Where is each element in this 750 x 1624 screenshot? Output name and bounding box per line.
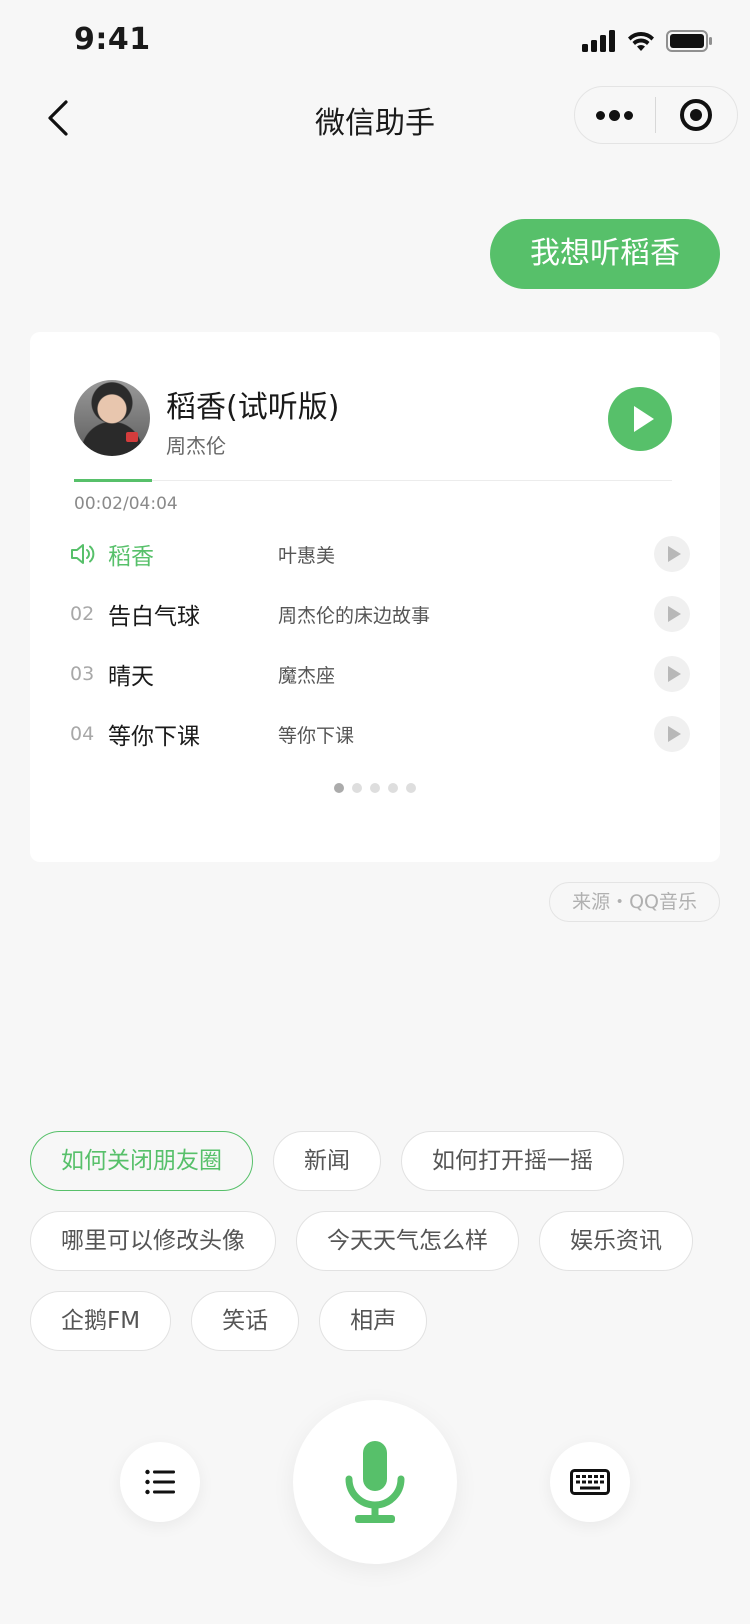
track-artist: 魔杰座 (278, 664, 336, 687)
suggestion-chip[interactable]: 相声 (319, 1291, 428, 1351)
progress-fill (74, 479, 152, 482)
suggestion-chip[interactable]: 今天天气怎么样 (296, 1211, 519, 1271)
page-dot[interactable] (406, 783, 416, 793)
track-artist: 叶惠美 (278, 544, 336, 567)
track-list: 稻香 叶惠美 02 告白气球 周杰伦的床边故事 03 晴天 魔杰座 04 等你下… (70, 524, 690, 764)
mini-program-capsule (574, 86, 738, 144)
song-title: 稻香(试听版) (166, 390, 340, 425)
track-play-button[interactable] (654, 536, 690, 572)
keyboard-button[interactable] (550, 1442, 630, 1522)
suggestion-chip[interactable]: 娱乐资讯 (539, 1211, 693, 1271)
suggestion-chip[interactable]: 企鹅FM (30, 1291, 172, 1351)
status-bar: 9:41 (0, 0, 750, 88)
track-play-button[interactable] (654, 596, 690, 632)
wifi-icon (628, 31, 654, 51)
battery-icon (666, 30, 712, 52)
keyboard-icon (570, 1469, 610, 1495)
progress-bar[interactable] (74, 479, 672, 482)
signal-icon (582, 30, 615, 52)
artist-avatar[interactable] (74, 380, 150, 456)
track-name: 稻香 (108, 544, 154, 570)
suggestion-chip[interactable]: 如何打开摇一摇 (401, 1131, 624, 1191)
play-button[interactable] (608, 387, 672, 451)
suggestion-chips: 如何关闭朋友圈 新闻 如何打开摇一摇 哪里可以修改头像 今天天气怎么样 娱乐资讯… (30, 1131, 730, 1351)
more-dots-icon[interactable] (575, 87, 655, 143)
page-dot[interactable] (370, 783, 380, 793)
suggestion-chip[interactable]: 如何关闭朋友圈 (30, 1131, 253, 1191)
track-row[interactable]: 02 告白气球 周杰伦的床边故事 (70, 584, 690, 644)
track-play-button[interactable] (654, 656, 690, 692)
track-name: 告白气球 (108, 604, 200, 630)
track-play-button[interactable] (654, 716, 690, 752)
suggestion-chip[interactable]: 笑话 (191, 1291, 300, 1351)
voice-input-button[interactable] (293, 1400, 457, 1564)
track-row[interactable]: 03 晴天 魔杰座 (70, 644, 690, 704)
microphone-icon (345, 1441, 405, 1523)
music-card: 稻香(试听版) 周杰伦 00:02/04:04 稻香 叶惠美 02 告白气球 周… (30, 332, 720, 862)
track-number: 03 (70, 663, 95, 685)
progress-time: 00:02/04:04 (74, 494, 178, 514)
song-artist: 周杰伦 (166, 434, 226, 458)
status-time: 9:41 (74, 22, 151, 57)
track-number: 04 (70, 723, 95, 745)
speaker-icon (70, 542, 108, 566)
track-name: 晴天 (108, 664, 154, 690)
suggestion-chip[interactable]: 哪里可以修改头像 (30, 1211, 276, 1271)
list-icon (145, 1469, 175, 1495)
nav-bar: 微信助手 (0, 86, 750, 148)
suggestion-chip[interactable]: 新闻 (273, 1131, 381, 1191)
page-dot[interactable] (352, 783, 362, 793)
track-name: 等你下课 (108, 724, 200, 750)
track-row[interactable]: 04 等你下课 等你下课 (70, 704, 690, 764)
status-icons (582, 30, 712, 52)
page-indicator (30, 783, 720, 793)
track-number: 02 (70, 603, 95, 625)
list-button[interactable] (120, 1442, 200, 1522)
track-row[interactable]: 稻香 叶惠美 (70, 524, 690, 584)
source-label[interactable]: 来源・QQ音乐 (549, 882, 720, 922)
page-dot[interactable] (334, 783, 344, 793)
track-artist: 周杰伦的床边故事 (278, 604, 431, 627)
page-dot[interactable] (388, 783, 398, 793)
track-artist: 等你下课 (278, 724, 355, 747)
user-message-bubble: 我想听稻香 (490, 219, 720, 289)
target-close-icon[interactable] (656, 87, 738, 143)
